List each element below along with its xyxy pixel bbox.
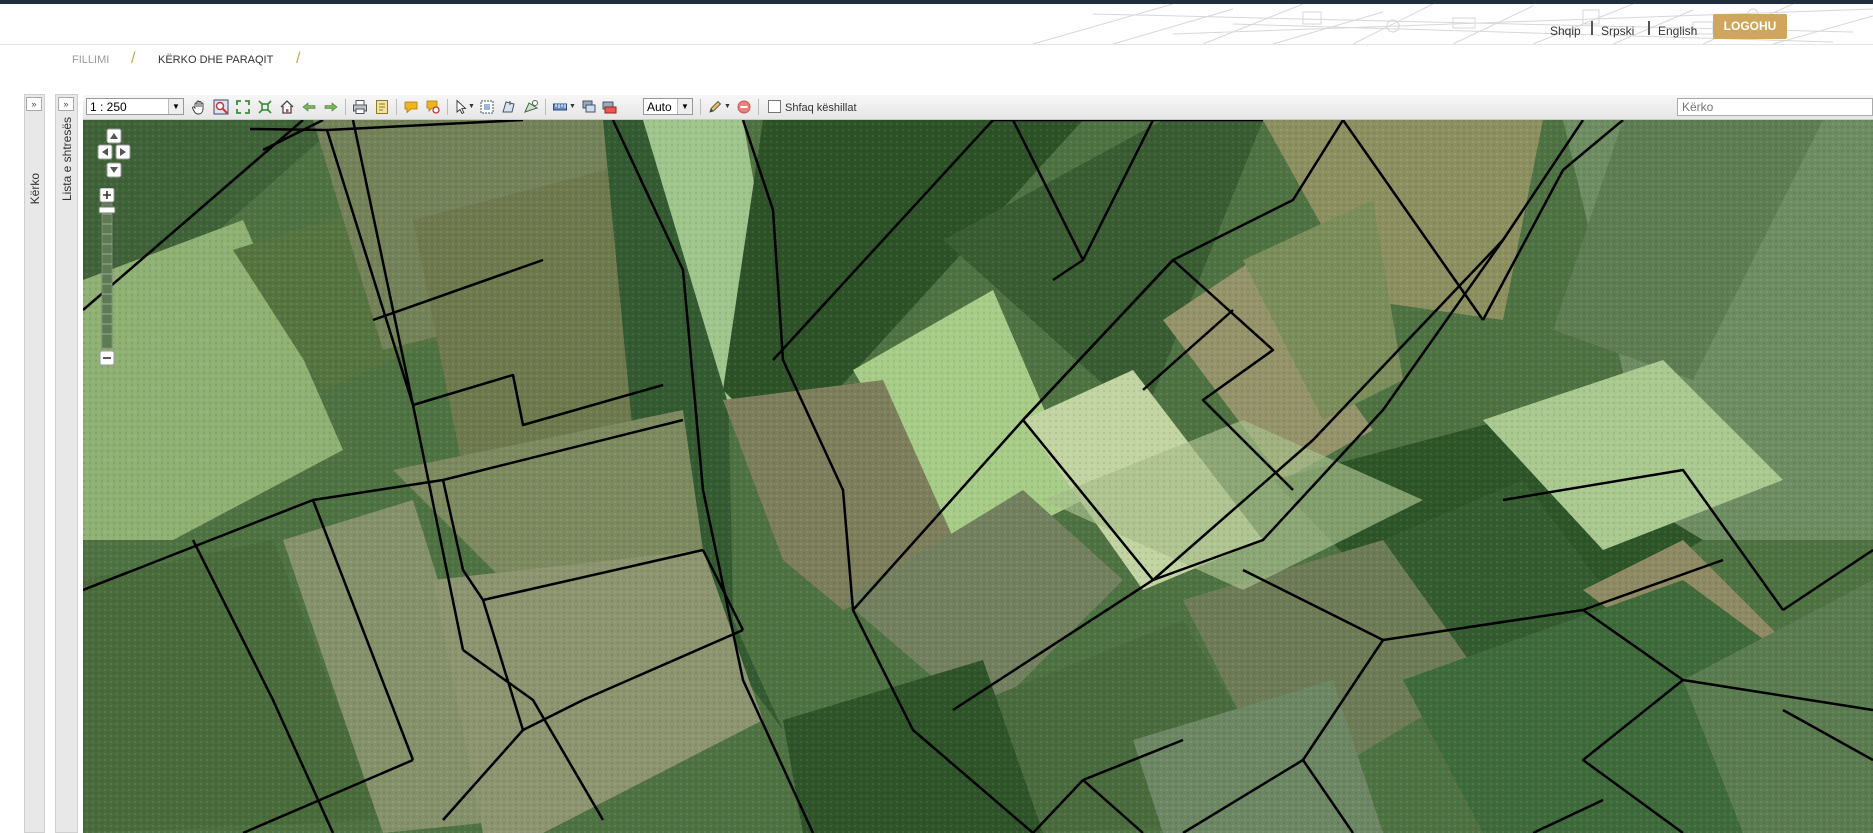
map-view[interactable] (83, 120, 1873, 833)
delete-icon[interactable] (736, 99, 752, 115)
select-box-icon[interactable] (479, 99, 495, 115)
measure-icon[interactable] (552, 99, 568, 115)
layers-panel-tab[interactable]: » Lista e shtresës (55, 94, 78, 833)
login-button[interactable]: LOGOHU (1713, 14, 1787, 39)
header-divider (0, 44, 1873, 45)
search-input[interactable] (1677, 98, 1873, 116)
show-tips-checkbox[interactable]: Shfaq këshillat (768, 100, 857, 114)
chevron-down-icon[interactable]: ▼ (468, 99, 476, 115)
lang-srpski-link[interactable]: Srpski (1601, 24, 1634, 38)
layer-remove-icon[interactable] (601, 99, 617, 115)
breadcrumb-separator: / (131, 50, 136, 67)
toolbar-separator (345, 99, 346, 115)
toolbar-separator (758, 99, 759, 115)
toolbar-separator (545, 99, 546, 115)
full-extent-icon[interactable] (235, 99, 251, 115)
lang-separator (1648, 21, 1650, 35)
lang-english-link[interactable]: English (1658, 24, 1697, 38)
map-toolbar: 1 : 250 ▼ ▼ ▼ Auto ▼ ▼ Shfaq këshillat (83, 95, 1873, 120)
expand-layers-icon[interactable]: » (58, 97, 74, 111)
home-icon[interactable] (279, 99, 295, 115)
chevron-down-icon: ▼ (168, 99, 183, 114)
breadcrumb-home[interactable]: FILLIMI (72, 54, 109, 66)
toolbar-separator (447, 99, 448, 115)
chevron-down-icon[interactable]: ▼ (724, 99, 732, 115)
toolbar-separator (396, 99, 397, 115)
select-clear-icon[interactable] (523, 99, 539, 115)
lang-shqip-link[interactable]: Shqip (1550, 24, 1581, 38)
zoom-box-icon[interactable] (213, 99, 229, 115)
breadcrumb-current: KËRKO DHE PARAQIT (158, 54, 274, 66)
chevron-down-icon: ▼ (677, 99, 692, 114)
pan-control[interactable] (97, 128, 131, 180)
layers-panel-label: Lista e shtresës (60, 117, 74, 202)
checkbox-icon[interactable] (768, 100, 781, 113)
cursor-icon[interactable] (453, 99, 469, 115)
zoom-extent-icon[interactable] (257, 99, 273, 115)
export-icon[interactable] (374, 99, 390, 115)
show-tips-label: Shfaq këshillat (785, 102, 857, 114)
lang-separator (1591, 21, 1593, 35)
layer-add-icon[interactable] (581, 99, 597, 115)
hand-icon[interactable] (191, 99, 207, 115)
search-panel-tab[interactable]: » Kërko (24, 94, 45, 833)
print-icon[interactable] (352, 99, 368, 115)
toolbar-separator (700, 99, 701, 115)
speech-bubble-icon[interactable] (403, 99, 419, 115)
chevron-down-icon[interactable]: ▼ (569, 99, 577, 115)
pencil-icon[interactable] (707, 99, 723, 115)
info-query-icon[interactable] (425, 99, 441, 115)
search-panel-label: Kërko (28, 173, 42, 205)
output-select[interactable]: Auto ▼ (643, 98, 693, 115)
zoom-slider[interactable] (98, 188, 116, 366)
expand-search-icon[interactable]: » (26, 97, 42, 111)
scale-select[interactable]: 1 : 250 ▼ (86, 98, 184, 115)
select-polygon-icon[interactable] (501, 99, 517, 115)
aerial-imagery (83, 120, 1873, 833)
breadcrumb-separator: / (296, 50, 301, 67)
header: Shqip Srpski English LOGOHU (0, 4, 1873, 44)
arrow-right-icon[interactable] (323, 99, 339, 115)
arrow-left-icon[interactable] (301, 99, 317, 115)
